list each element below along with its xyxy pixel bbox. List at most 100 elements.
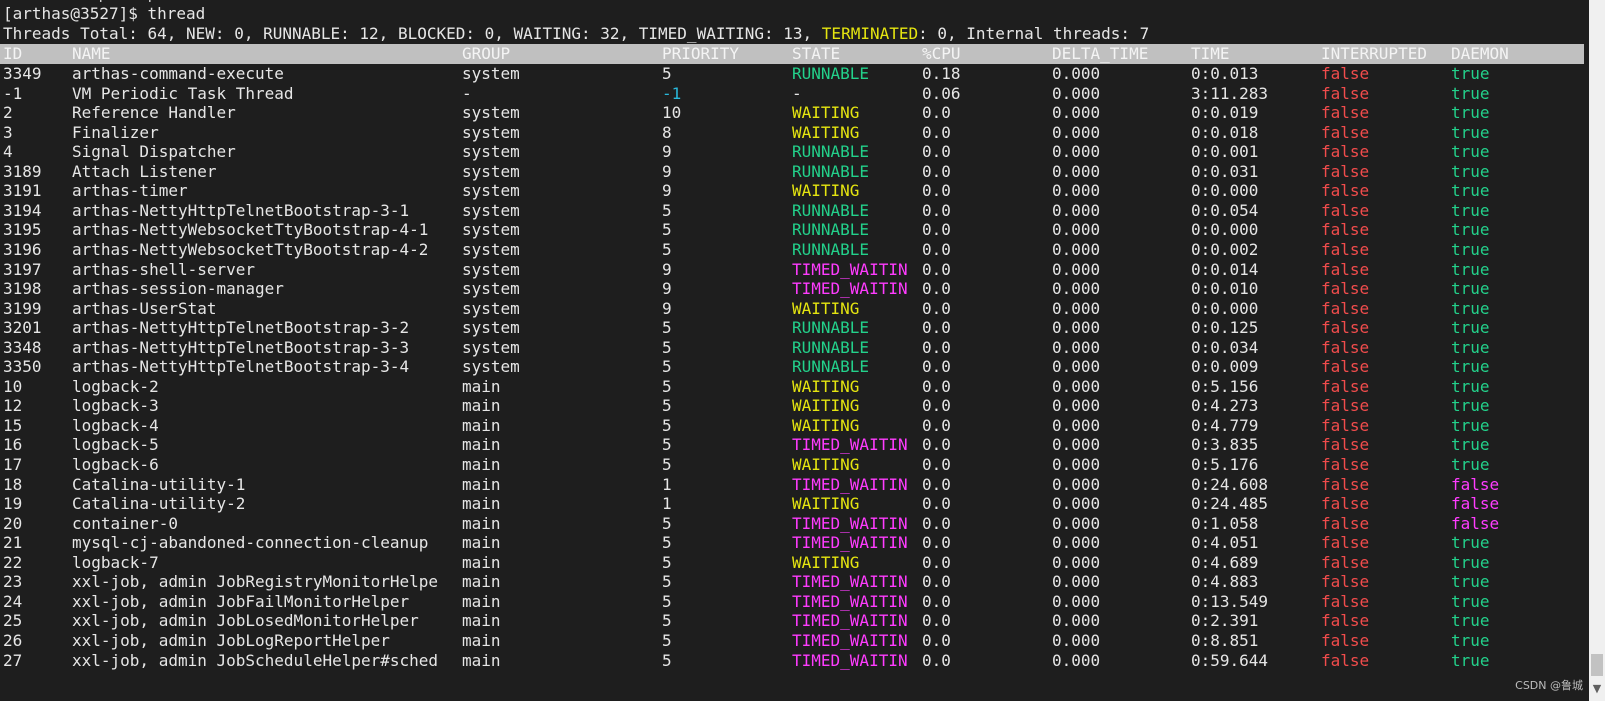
cell-delta-time: 0.000 [1052,572,1101,592]
cell-name: arthas-NettyHttpTelnetBootstrap-3-1 [72,200,410,220]
cell-group: system [462,298,520,318]
cell-daemon: true [1451,552,1490,572]
cell-cpu: 0.0 [922,142,951,162]
cell-id: 27 [3,650,23,670]
table-row: 23 xxl-job, admin JobRegistryMonitorHelpe… [0,572,1584,592]
cell-group: system [462,122,520,142]
cell-time: 0:0.019 [1191,103,1259,123]
cell-daemon: true [1451,650,1490,670]
cell-delta-time: 0.000 [1052,376,1101,396]
table-row: 16 logback-5 main 5 TIMED_WAITIN 0.0 0.000 0:3.… [0,435,1584,455]
cell-name: mysql-cj-abandoned-connection-cleanup [72,533,429,553]
cell-priority: 5 [662,513,672,533]
column-header-name: NAME [72,44,111,63]
cell-id: 3348 [3,337,42,357]
cell-state: WAITING [792,103,860,123]
scrollbar-thumb[interactable] [1591,654,1603,676]
cell-cpu: 0.0 [922,533,951,553]
cell-delta-time: 0.000 [1052,64,1101,83]
cell-time: 0:0.034 [1191,337,1259,357]
table-row: 3 Finalizer system 8 WAITING 0.0 0.000 0:0.018 f… [0,123,1584,143]
cell-interrupted: false [1321,64,1370,83]
cell-name: Reference Handler [72,103,236,123]
cell-delta-time: 0.000 [1052,435,1101,455]
table-row: 3197 arthas-shell-server system 9 TIMED_WAIT… [0,260,1584,280]
cell-name: arthas-UserStat [72,298,217,318]
cell-cpu: 0.0 [922,630,951,650]
cell-time: 0:4.051 [1191,533,1259,553]
cell-state: WAITING [792,181,860,201]
cell-daemon: true [1451,239,1490,259]
cell-group: main [462,572,501,592]
vertical-scrollbar[interactable]: ▼ [1589,0,1605,701]
cell-delta-time: 0.000 [1052,474,1101,494]
cell-cpu: 0.18 [922,64,961,83]
cell-time: 3:11.283 [1191,83,1269,103]
cell-group: main [462,591,501,611]
cell-interrupted: false [1321,279,1370,299]
cell-group: main [462,455,501,474]
cell-state: TIMED_WAITIN [792,533,908,553]
column-header-group: GROUP [462,44,511,63]
cell-interrupted: false [1321,161,1370,181]
cell-time: 0:4.689 [1191,552,1259,572]
cell-daemon: true [1451,611,1490,631]
cell-name: arthas-shell-server [72,259,256,279]
cell-delta-time: 0.000 [1052,122,1101,142]
cell-state: TIMED_WAITIN [792,650,908,670]
cell-daemon: true [1451,337,1490,357]
cell-cpu: 0.0 [922,200,951,220]
column-header-delta-time: DELTA_TIME [1052,44,1149,63]
cell-name: xxl-job, admin JobLosedMonitorHelper [72,611,419,631]
cell-daemon: true [1451,572,1490,592]
cell-group: system [462,220,520,240]
cell-daemon: false [1451,494,1500,514]
cell-time: 0:4.273 [1191,396,1259,416]
cell-delta-time: 0.000 [1052,630,1101,650]
cell-priority: -1 [662,83,682,103]
terminated-label: TERMINATED [821,24,919,43]
cell-id: 15 [3,415,23,435]
cell-time: 0:4.883 [1191,572,1259,592]
cell-cpu: 0.0 [922,591,951,611]
cell-priority: 9 [662,298,672,318]
cell-name: Finalizer [72,122,159,142]
cell-group: main [462,415,501,435]
table-row: 18 Catalina-utility-1 main 1 TIMED_WAITIN 0.0… [0,475,1584,495]
cell-cpu: 0.0 [922,376,951,396]
cell-time: 0:0.000 [1191,298,1259,318]
cell-group: main [462,494,501,514]
cell-time: 0:0.000 [1191,220,1259,240]
cell-priority: 5 [662,200,672,220]
cell-daemon: true [1451,298,1490,318]
chevron-down-icon[interactable]: ▼ [1589,681,1605,697]
table-row: 3189 Attach Listener system 9 RUNNABLE 0.0 0.0… [0,162,1584,182]
cell-name: arthas-NettyWebsocketTtyBootstrap-4-2 [72,239,429,259]
cell-name: arthas-timer [72,181,188,201]
cell-time: 0:24.485 [1191,494,1269,514]
cell-delta-time: 0.000 [1052,396,1101,416]
cell-id: -1 [3,83,23,103]
cell-interrupted: false [1321,337,1370,357]
terminal-window[interactable]: [ ] [arthas@3527]$ thread Threads Total:… [0,0,1605,701]
cell-cpu: 0.0 [922,181,951,201]
cell-time: 0:13.549 [1191,591,1269,611]
cell-interrupted: false [1321,298,1370,318]
cell-cpu: 0.0 [922,396,951,416]
cell-delta-time: 0.000 [1052,494,1101,514]
cell-interrupted: false [1321,513,1370,533]
cell-cpu: 0.0 [922,279,951,299]
cell-name: xxl-job, admin JobFailMonitorHelper [72,591,410,611]
cell-group: main [462,435,501,455]
cell-group: - [462,83,472,103]
cell-interrupted: false [1321,435,1370,455]
cell-time: 0:0.013 [1191,64,1259,83]
cell-daemon: true [1451,259,1490,279]
cell-priority: 5 [662,396,672,416]
cell-priority: 5 [662,64,672,83]
cell-delta-time: 0.000 [1052,552,1101,572]
cell-daemon: true [1451,318,1490,338]
cell-state: WAITING [792,494,860,514]
cell-delta-time: 0.000 [1052,181,1101,201]
cell-cpu: 0.0 [922,494,951,514]
